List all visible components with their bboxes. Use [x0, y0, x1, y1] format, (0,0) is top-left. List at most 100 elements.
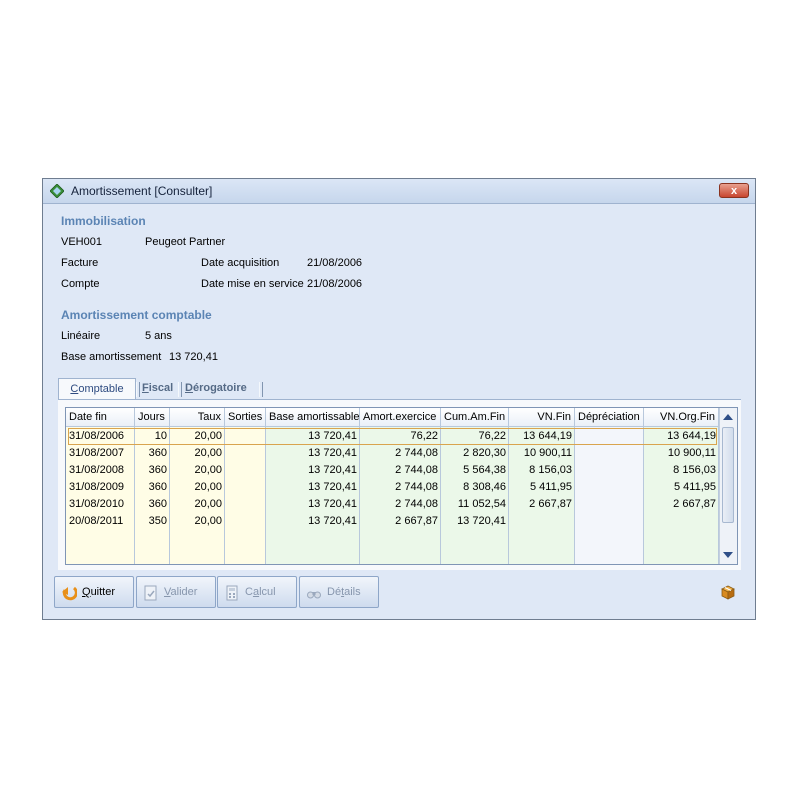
header-sorties[interactable]: Sorties	[225, 408, 266, 427]
cell-taux[interactable]: 20,00	[170, 445, 225, 462]
cell-cum-am-fin[interactable]: 2 820,30	[441, 445, 509, 462]
title-bar: Amortissement [Consulter] x	[43, 179, 755, 204]
cell-base-amortissable[interactable]: 13 720,41	[266, 496, 360, 513]
header-vn-fin[interactable]: VN.Fin	[509, 408, 575, 427]
cell-taux[interactable]: 20,00	[170, 496, 225, 513]
scroll-down-arrow-icon[interactable]	[723, 552, 733, 558]
header-base-amortissable[interactable]: Base amortissable	[266, 408, 360, 427]
validate-doc-icon	[144, 585, 157, 601]
base-amortissement-label: Base amortissement	[61, 351, 162, 363]
compte-label: Compte	[61, 278, 100, 290]
cell-vn-org-fin[interactable]: 8 156,03	[644, 462, 719, 479]
cell-sorties[interactable]	[225, 513, 266, 530]
cell-vn-org-fin[interactable]: 5 411,95	[644, 479, 719, 496]
duree-value: 5 ans	[145, 330, 172, 342]
cell-taux[interactable]: 20,00	[170, 479, 225, 496]
close-button[interactable]: x	[719, 183, 749, 198]
cell-date-fin[interactable]: 20/08/2011	[66, 513, 135, 530]
cell-date-fin[interactable]: 31/08/2008	[66, 462, 135, 479]
header-cum-am-fin[interactable]: Cum.Am.Fin	[441, 408, 509, 427]
header-amort-exercice[interactable]: Amort.exercice	[360, 408, 441, 427]
window-title: Amortissement [Consulter]	[71, 184, 213, 198]
cell-base-amortissable[interactable]: 13 720,41	[266, 513, 360, 530]
cell-vn-org-fin[interactable]	[644, 513, 719, 530]
cell-sorties[interactable]	[225, 445, 266, 462]
details-button[interactable]: Détails	[299, 576, 379, 608]
tab-comptable[interactable]: Comptable	[58, 378, 136, 399]
vertical-scrollbar[interactable]	[719, 408, 737, 564]
cell-vn-fin[interactable]	[509, 513, 575, 530]
exit-arrow-icon	[62, 586, 77, 601]
cell-depreciation[interactable]	[575, 462, 644, 479]
cell-sorties[interactable]	[225, 496, 266, 513]
cell-jours[interactable]: 360	[135, 479, 170, 496]
cell-date-fin[interactable]: 31/08/2007	[66, 445, 135, 462]
cell-vn-fin[interactable]: 5 411,95	[509, 479, 575, 496]
cell-amort-exercice[interactable]: 2 744,08	[360, 496, 441, 513]
cell-jours[interactable]: 360	[135, 445, 170, 462]
asset-code: VEH001	[61, 236, 102, 248]
cell-vn-fin[interactable]: 8 156,03	[509, 462, 575, 479]
cell-date-fin[interactable]: 31/08/2010	[66, 496, 135, 513]
date-acquisition-value: 21/08/2006	[307, 257, 363, 269]
base-amortissement-value: 13 720,41	[169, 351, 218, 363]
header-depreciation[interactable]: Dépréciation	[575, 408, 644, 427]
quitter-button[interactable]: Quitter	[54, 576, 134, 608]
amortissement-window: Amortissement [Consulter] x Immobilisati…	[42, 178, 756, 620]
date-mise-en-service-value: 21/08/2006	[307, 278, 363, 290]
tab-separator	[136, 382, 140, 397]
app-diamond-icon	[50, 184, 64, 198]
cell-taux[interactable]: 20,00	[170, 513, 225, 530]
cell-depreciation[interactable]	[575, 513, 644, 530]
calcul-button[interactable]: Calcul	[217, 576, 297, 608]
header-vn-org-fin[interactable]: VN.Org.Fin	[644, 408, 719, 427]
cell-depreciation[interactable]	[575, 496, 644, 513]
mode-label: Linéaire	[61, 330, 101, 342]
cell-sorties[interactable]	[225, 462, 266, 479]
header-date-fin[interactable]: Date fin	[66, 408, 135, 427]
cell-jours[interactable]: 350	[135, 513, 170, 530]
binoculars-icon	[307, 591, 321, 599]
cell-cum-am-fin[interactable]: 5 564,38	[441, 462, 509, 479]
scroll-up-arrow-icon[interactable]	[723, 414, 733, 420]
cell-vn-org-fin[interactable]: 10 900,11	[644, 445, 719, 462]
cell-jours[interactable]: 360	[135, 496, 170, 513]
cell-depreciation[interactable]	[575, 479, 644, 496]
date-mise-en-service-label: Date mise en service	[201, 278, 304, 290]
cell-jours[interactable]: 360	[135, 462, 170, 479]
cell-amort-exercice[interactable]: 2 744,08	[360, 462, 441, 479]
header-taux[interactable]: Taux	[170, 408, 225, 427]
date-acquisition-label: Date acquisition	[201, 257, 280, 269]
tab-derogatoire[interactable]: Dérogatoire	[185, 378, 247, 399]
valider-button[interactable]: Valider	[136, 576, 216, 608]
cell-vn-fin[interactable]: 2 667,87	[509, 496, 575, 513]
cell-cum-am-fin[interactable]: 11 052,54	[441, 496, 509, 513]
amortization-table[interactable]: Date fin Jours Taux Sorties Base amortis…	[65, 407, 738, 565]
cell-base-amortissable[interactable]: 13 720,41	[266, 479, 360, 496]
asset-name: Peugeot Partner	[145, 236, 226, 248]
cell-vn-org-fin[interactable]: 2 667,87	[644, 496, 719, 513]
tab-separator	[259, 382, 263, 397]
immobilisation-section-title: Immobilisation	[61, 214, 146, 228]
cell-cum-am-fin[interactable]: 13 720,41	[441, 513, 509, 530]
calculator-icon	[226, 585, 238, 601]
tab-fiscal[interactable]: Fiscal	[142, 378, 173, 399]
cell-taux[interactable]: 20,00	[170, 462, 225, 479]
cell-depreciation[interactable]	[575, 445, 644, 462]
cell-cum-am-fin[interactable]: 8 308,46	[441, 479, 509, 496]
package-box-icon[interactable]	[719, 583, 737, 601]
tab-separator	[178, 382, 182, 397]
amortissement-section-title: Amortissement comptable	[61, 308, 212, 322]
cell-sorties[interactable]	[225, 479, 266, 496]
header-jours[interactable]: Jours	[135, 408, 170, 427]
cell-date-fin[interactable]: 31/08/2009	[66, 479, 135, 496]
cell-amort-exercice[interactable]: 2 667,87	[360, 513, 441, 530]
selected-row-highlight	[68, 428, 717, 445]
scroll-thumb[interactable]	[722, 427, 734, 523]
cell-amort-exercice[interactable]: 2 744,08	[360, 445, 441, 462]
cell-base-amortissable[interactable]: 13 720,41	[266, 462, 360, 479]
cell-base-amortissable[interactable]: 13 720,41	[266, 445, 360, 462]
facture-label: Facture	[61, 257, 99, 269]
cell-amort-exercice[interactable]: 2 744,08	[360, 479, 441, 496]
cell-vn-fin[interactable]: 10 900,11	[509, 445, 575, 462]
